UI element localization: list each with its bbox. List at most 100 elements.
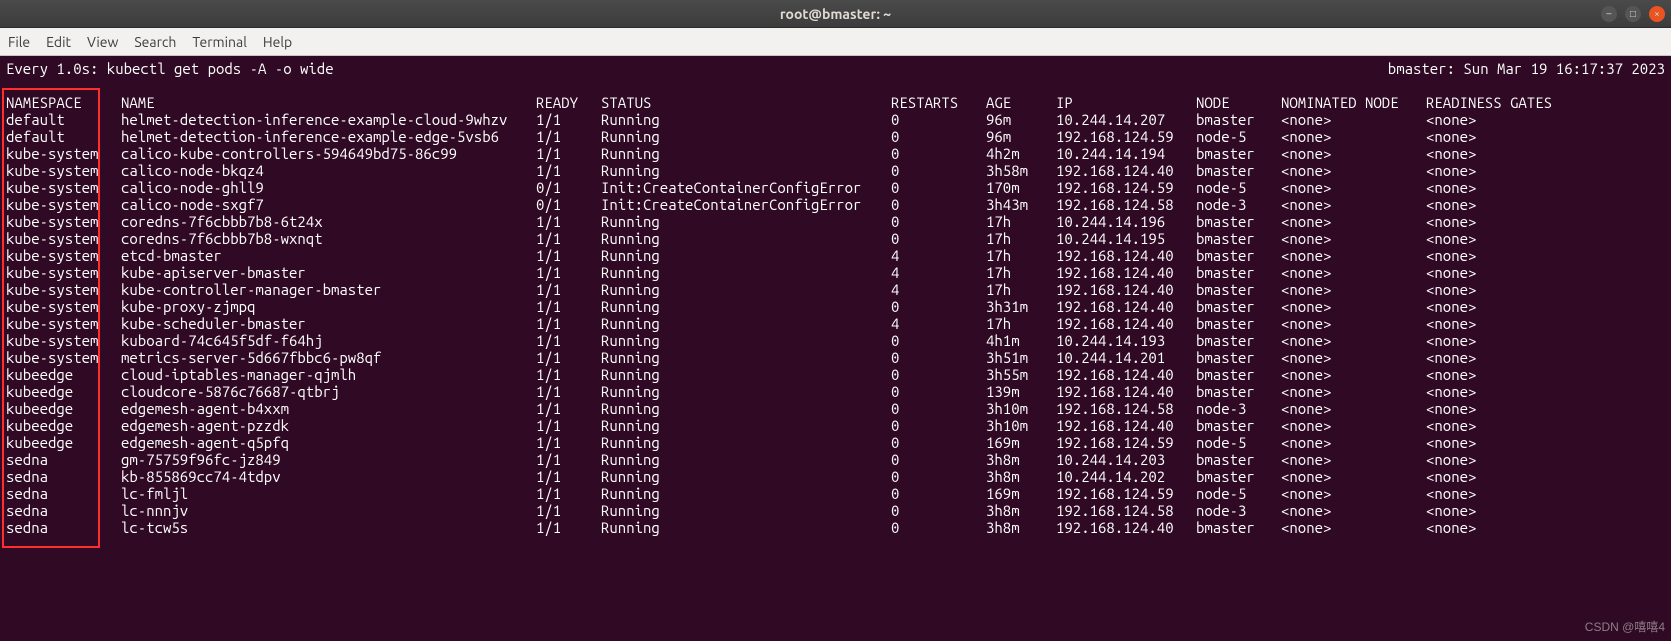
menu-terminal[interactable]: Terminal [192, 34, 247, 50]
cell-ip: 192.168.124.40 [1056, 298, 1196, 315]
cell-ip: 192.168.124.40 [1056, 519, 1196, 536]
cell-namespace: kube-system [6, 230, 121, 247]
cell-gates: <none> [1426, 264, 1586, 281]
cell-name: lc-nnnjv [121, 502, 536, 519]
cell-nominated: <none> [1281, 417, 1426, 434]
cell-nominated: <none> [1281, 400, 1426, 417]
cell-age: 3h8m [986, 502, 1056, 519]
terminal-output[interactable]: Every 1.0s: kubectl get pods -A -o wide … [0, 56, 1671, 641]
cell-restarts: 4 [891, 264, 986, 281]
cell-ready: 1/1 [536, 264, 601, 281]
cell-namespace: kubeedge [6, 417, 121, 434]
cell-gates: <none> [1426, 298, 1586, 315]
cell-status: Running [601, 400, 891, 417]
cell-age: 17h [986, 264, 1056, 281]
cell-name: etcd-bmaster [121, 247, 536, 264]
menu-view[interactable]: View [87, 34, 118, 50]
cell-name: calico-node-sxgf7 [121, 196, 536, 213]
cell-restarts: 0 [891, 196, 986, 213]
cell-status: Running [601, 111, 891, 128]
cell-namespace: kubeedge [6, 400, 121, 417]
cell-gates: <none> [1426, 247, 1586, 264]
cell-namespace: sedna [6, 451, 121, 468]
cell-status: Running [601, 366, 891, 383]
cell-name: edgemesh-agent-pzzdk [121, 417, 536, 434]
cell-ready: 1/1 [536, 417, 601, 434]
cell-restarts: 0 [891, 179, 986, 196]
cell-ip: 10.244.14.201 [1056, 349, 1196, 366]
cell-age: 169m [986, 434, 1056, 451]
menu-edit[interactable]: Edit [46, 34, 71, 50]
cell-restarts: 0 [891, 298, 986, 315]
cell-node: node-3 [1196, 502, 1281, 519]
maximize-button[interactable]: □ [1625, 6, 1641, 22]
cell-age: 170m [986, 179, 1056, 196]
cell-node: bmaster [1196, 519, 1281, 536]
cell-namespace: kube-system [6, 315, 121, 332]
cell-node: bmaster [1196, 468, 1281, 485]
cell-namespace: kube-system [6, 247, 121, 264]
cell-namespace: sedna [6, 468, 121, 485]
close-button[interactable]: × [1649, 6, 1665, 22]
cell-ip: 192.168.124.40 [1056, 366, 1196, 383]
cell-nominated: <none> [1281, 111, 1426, 128]
table-row: sednalc-fmljl1/1Running0169m192.168.124.… [6, 485, 1665, 502]
watch-header: Every 1.0s: kubectl get pods -A -o wide … [6, 60, 1665, 77]
table-row: sednalc-nnnjv1/1Running03h8m192.168.124.… [6, 502, 1665, 519]
cell-namespace: kube-system [6, 179, 121, 196]
cell-name: gm-75759f96fc-jz849 [121, 451, 536, 468]
cell-node: bmaster [1196, 281, 1281, 298]
header-gates: READINESS GATES [1426, 94, 1586, 111]
cell-nominated: <none> [1281, 179, 1426, 196]
window-titlebar: root@bmaster: ~ – □ × [0, 0, 1671, 28]
cell-name: metrics-server-5d667fbbc6-pw8qf [121, 349, 536, 366]
header-age: AGE [986, 94, 1056, 111]
table-row: kubeedgeedgemesh-agent-pzzdk1/1Running03… [6, 417, 1665, 434]
menu-search[interactable]: Search [134, 34, 176, 50]
cell-name: kube-apiserver-bmaster [121, 264, 536, 281]
cell-namespace: kube-system [6, 264, 121, 281]
cell-ready: 1/1 [536, 451, 601, 468]
cell-age: 4h2m [986, 145, 1056, 162]
cell-gates: <none> [1426, 400, 1586, 417]
cell-nominated: <none> [1281, 128, 1426, 145]
cell-restarts: 4 [891, 247, 986, 264]
table-row: defaulthelmet-detection-inference-exampl… [6, 128, 1665, 145]
cell-namespace: sedna [6, 485, 121, 502]
cell-ready: 1/1 [536, 315, 601, 332]
cell-restarts: 0 [891, 468, 986, 485]
cell-ready: 1/1 [536, 298, 601, 315]
cell-restarts: 0 [891, 434, 986, 451]
cell-node: bmaster [1196, 162, 1281, 179]
cell-age: 3h31m [986, 298, 1056, 315]
cell-namespace: kube-system [6, 281, 121, 298]
cell-gates: <none> [1426, 349, 1586, 366]
cell-ready: 1/1 [536, 145, 601, 162]
cell-ready: 1/1 [536, 400, 601, 417]
minimize-button[interactable]: – [1601, 6, 1617, 22]
cell-name: calico-node-ghll9 [121, 179, 536, 196]
cell-restarts: 0 [891, 332, 986, 349]
cell-node: bmaster [1196, 298, 1281, 315]
cell-ready: 1/1 [536, 349, 601, 366]
cell-status: Running [601, 281, 891, 298]
cell-namespace: kube-system [6, 145, 121, 162]
header-node: NODE [1196, 94, 1281, 111]
cell-status: Running [601, 519, 891, 536]
menu-file[interactable]: File [8, 34, 30, 50]
cell-restarts: 0 [891, 400, 986, 417]
cell-nominated: <none> [1281, 247, 1426, 264]
cell-node: node-5 [1196, 179, 1281, 196]
cell-ready: 0/1 [536, 196, 601, 213]
cell-status: Running [601, 417, 891, 434]
watermark: CSDN @嘻嘻4 [1585, 618, 1665, 635]
menu-help[interactable]: Help [263, 34, 292, 50]
cell-restarts: 4 [891, 315, 986, 332]
cell-namespace: default [6, 111, 121, 128]
cell-node: bmaster [1196, 264, 1281, 281]
cell-node: node-3 [1196, 400, 1281, 417]
cell-status: Running [601, 162, 891, 179]
cell-ip: 10.244.14.194 [1056, 145, 1196, 162]
table-row: kube-systemcoredns-7f6cbbb7b8-wxnqt1/1Ru… [6, 230, 1665, 247]
cell-ip: 10.244.14.203 [1056, 451, 1196, 468]
